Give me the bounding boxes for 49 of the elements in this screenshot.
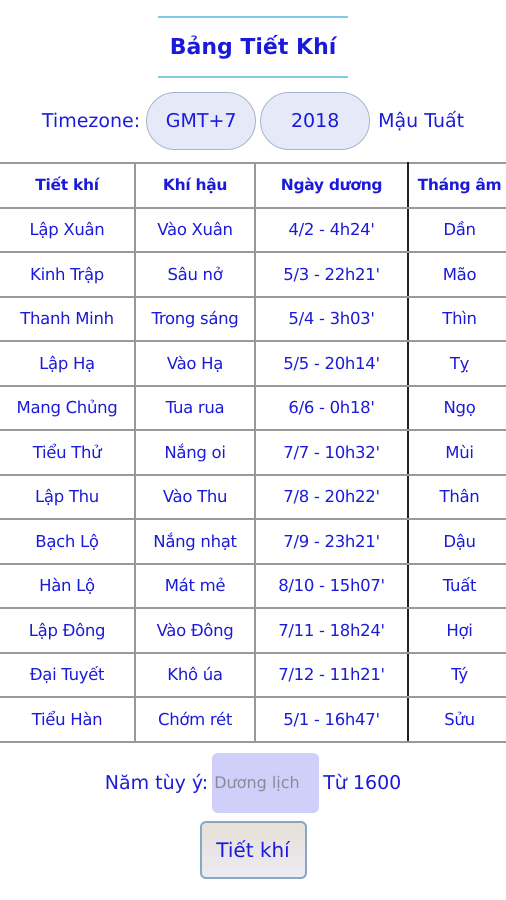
page-title: Bảng Tiết Khí <box>158 16 348 78</box>
table-cell: Tiểu Thử <box>0 430 135 474</box>
table-cell: Khô úa <box>135 652 255 697</box>
table-cell: Trong sáng <box>135 296 255 341</box>
table-cell: 5/5 - 20h14' <box>255 341 408 386</box>
table-cell: Thanh Minh <box>0 296 135 341</box>
table-cell: 7/7 - 10h32' <box>255 430 408 474</box>
table-cell: 5/3 - 22h21' <box>255 252 408 296</box>
table-cell: 7/12 - 11h21' <box>255 652 408 697</box>
table-cell: 5/1 - 16h47' <box>255 697 408 742</box>
column-header: Khí hậu <box>135 163 255 208</box>
table-cell: Nắng oi <box>135 430 255 474</box>
table-cell: 7/9 - 23h21' <box>255 519 408 564</box>
table-cell: Tua rua <box>135 386 255 430</box>
table-cell: Vào Hạ <box>135 341 255 386</box>
table-cell: Nắng nhạt <box>135 519 255 564</box>
table-cell: Sâu nở <box>135 252 255 296</box>
timezone-button[interactable]: GMT+7 <box>146 92 256 150</box>
table-cell: Đại Tuyết <box>0 652 135 697</box>
timezone-label: Timezone: <box>42 110 140 132</box>
table-cell: 5/4 - 3h03' <box>255 296 408 341</box>
table-cell: 8/10 - 15h07' <box>255 564 408 608</box>
table-cell: 7/11 - 18h24' <box>255 608 408 652</box>
table-cell: 4/2 - 4h24' <box>255 208 408 252</box>
table-cell: Vào Xuân <box>135 208 255 252</box>
table-cell: Hàn Lộ <box>0 564 135 608</box>
table-cell: Lập Thu <box>0 474 135 519</box>
table-cell: 7/8 - 20h22' <box>255 474 408 519</box>
table-cell: Lập Xuân <box>0 208 135 252</box>
year-button[interactable]: 2018 <box>260 92 370 150</box>
table-cell: Tiểu Hàn <box>0 697 135 742</box>
column-header: Tháng âm <box>408 163 506 208</box>
table-cell: Vào Thu <box>135 474 255 519</box>
table-cell: Bạch Lộ <box>0 519 135 564</box>
table-cell: Kinh Trập <box>0 252 135 296</box>
column-header: Tiết khí <box>0 163 135 208</box>
column-header: Ngày dương <box>255 163 408 208</box>
table-cell: 6/6 - 0h18' <box>255 386 408 430</box>
custom-year-label: Năm tùy ý: <box>104 772 208 794</box>
table-cell: Mát mẻ <box>135 564 255 608</box>
table-cell: Lập Đông <box>0 608 135 652</box>
year-name: Mậu Tuất <box>378 110 464 132</box>
table-cell: Mang Chủng <box>0 386 135 430</box>
solar-terms-button[interactable]: Tiết khí <box>200 820 306 878</box>
table-cell: Vào Đông <box>135 608 255 652</box>
table-cell: Chớm rét <box>135 697 255 742</box>
year-range-note: Từ 1600 <box>323 772 402 794</box>
table-cell: Lập Hạ <box>0 341 135 386</box>
year-input-field[interactable]: Dương lịch <box>212 752 320 812</box>
